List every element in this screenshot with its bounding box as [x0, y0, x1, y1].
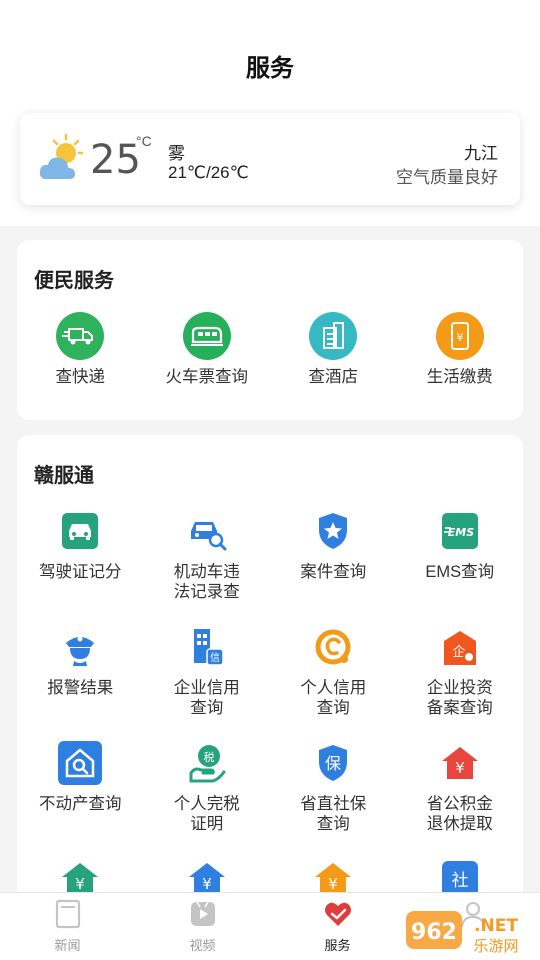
tab-label: 新闻 [54, 938, 81, 953]
police-icon [66, 636, 95, 666]
tab-video[interactable]: 视频 [135, 893, 270, 960]
service-police-report-result[interactable]: 报警结果 [17, 623, 144, 739]
service-hotel[interactable]: 查酒店 [270, 312, 397, 387]
service-label: 企业信用 查询 [173, 679, 240, 717]
personal-credit-icon [315, 629, 351, 665]
svg-text:¥: ¥ [75, 875, 85, 893]
service-personal-credit[interactable]: 个人信用 查询 [270, 623, 397, 739]
site-watermark: 962 .NET 乐游网 [406, 911, 519, 955]
section-title: 赣服通 [34, 465, 94, 487]
video-icon [190, 901, 215, 926]
service-label: 个人信用 查询 [300, 679, 367, 717]
service-social-security[interactable]: 保 省直社保 查询 [270, 739, 397, 855]
service-vehicle-violation[interactable]: 机动车违 法记录查 [144, 507, 271, 623]
bianmin-service-card: 便民服务 查快递 火车票查询 查酒店 ¥ 生活缴费 [17, 240, 523, 420]
service-enterprise-investment[interactable]: 企 企业投资 备案查询 [397, 623, 524, 739]
weather-sun-cloud-icon [39, 133, 84, 179]
service-train-ticket[interactable]: 火车票查询 [144, 312, 271, 387]
svg-text:保: 保 [325, 754, 341, 773]
house-search-icon [58, 741, 103, 785]
svg-text:¥: ¥ [328, 875, 338, 893]
news-icon [55, 899, 80, 929]
tab-label: 视频 [189, 938, 216, 953]
service-driving-license-points[interactable]: 驾驶证记分 [17, 507, 144, 623]
tax-hand-icon: 税 [189, 745, 226, 783]
service-heart-icon [324, 902, 351, 926]
ems-icon: EMS [441, 513, 478, 549]
service-label: 查酒店 [308, 368, 359, 386]
enterprise-invest-icon: 企 [443, 631, 476, 665]
air-quality: 空气质量良好 [396, 168, 498, 187]
service-label: EMS查询 [425, 563, 495, 581]
service-provident-fund-retire[interactable]: ¥ 省公积金 退休提取 [397, 739, 524, 855]
svg-text:¥: ¥ [456, 331, 463, 344]
temperature: 25 [90, 137, 141, 183]
service-label: 不动产查询 [39, 795, 122, 813]
weather-condition: 雾 [168, 144, 185, 163]
city-name: 九江 [464, 144, 498, 163]
service-tax-certificate[interactable]: 税 个人完税 证明 [144, 739, 271, 855]
service-label: 企业投资 备案查询 [426, 679, 493, 717]
bianmin-grid: 查快递 火车票查询 查酒店 ¥ 生活缴费 [17, 312, 523, 387]
service-label: 报警结果 [47, 679, 114, 697]
service-label: 驾驶证记分 [39, 563, 122, 581]
service-label: 省直社保 查询 [300, 795, 367, 833]
service-label: 生活缴费 [426, 368, 493, 386]
service-label: 个人完税 证明 [173, 795, 240, 833]
tab-service[interactable]: 服务 [270, 893, 405, 960]
tab-label: 服务 [324, 938, 351, 953]
svg-text:¥: ¥ [202, 875, 212, 893]
service-case-query[interactable]: 案件查询 [270, 507, 397, 623]
enterprise-credit-icon: 信 [193, 629, 224, 666]
svg-text:信: 信 [210, 652, 220, 664]
ganfutong-card: 赣服通 驾驶证记分 机动车违 法记录查 案件查询 EMS EMS查询 报警结果 … [17, 435, 523, 905]
svg-text:¥: ¥ [455, 759, 465, 777]
svg-text:962: 962 [411, 920, 457, 945]
service-label: 省公积金 退休提取 [426, 795, 493, 833]
svg-text:乐游网: 乐游网 [473, 937, 518, 955]
fund-house-icon: ¥ [441, 747, 478, 779]
svg-text:税: 税 [203, 750, 214, 764]
svg-text:EMS: EMS [448, 526, 474, 539]
temperature-unit: °C [136, 133, 152, 149]
express-truck-icon [56, 312, 105, 360]
service-life-payment[interactable]: ¥ 生活缴费 [397, 312, 524, 387]
service-real-estate[interactable]: 不动产查询 [17, 739, 144, 855]
phone-bill-icon: ¥ [435, 312, 484, 360]
star-shield-icon [319, 513, 348, 549]
ganfutong-grid: 驾驶证记分 机动车违 法记录查 案件查询 EMS EMS查询 报警结果 信 企业… [17, 507, 523, 905]
service-label: 查快递 [55, 368, 106, 386]
header-area: 服务 25 °C 雾 21℃/26℃ 九江 空气质量良好 [0, 0, 540, 226]
section-title: 便民服务 [34, 270, 114, 292]
service-express[interactable]: 查快递 [17, 312, 144, 387]
page-title: 服务 [246, 55, 294, 82]
car-search-icon [190, 522, 227, 551]
service-label: 火车票查询 [165, 368, 249, 386]
tab-news[interactable]: 新闻 [0, 893, 135, 960]
train-icon [182, 312, 231, 360]
weather-card[interactable]: 25 °C 雾 21℃/26℃ 九江 空气质量良好 [20, 113, 520, 205]
svg-text:社: 社 [451, 871, 468, 891]
car-icon [62, 513, 99, 549]
hotel-building-icon [309, 312, 358, 360]
social-security-shield-icon: 保 [319, 745, 348, 781]
svg-text:.NET: .NET [474, 916, 518, 936]
service-label: 机动车违 法记录查 [173, 563, 240, 601]
service-ems-query[interactable]: EMS EMS查询 [397, 507, 524, 623]
service-label: 案件查询 [300, 563, 367, 581]
service-enterprise-credit[interactable]: 信 企业信用 查询 [144, 623, 271, 739]
temperature-range: 21℃/26℃ [168, 163, 249, 182]
